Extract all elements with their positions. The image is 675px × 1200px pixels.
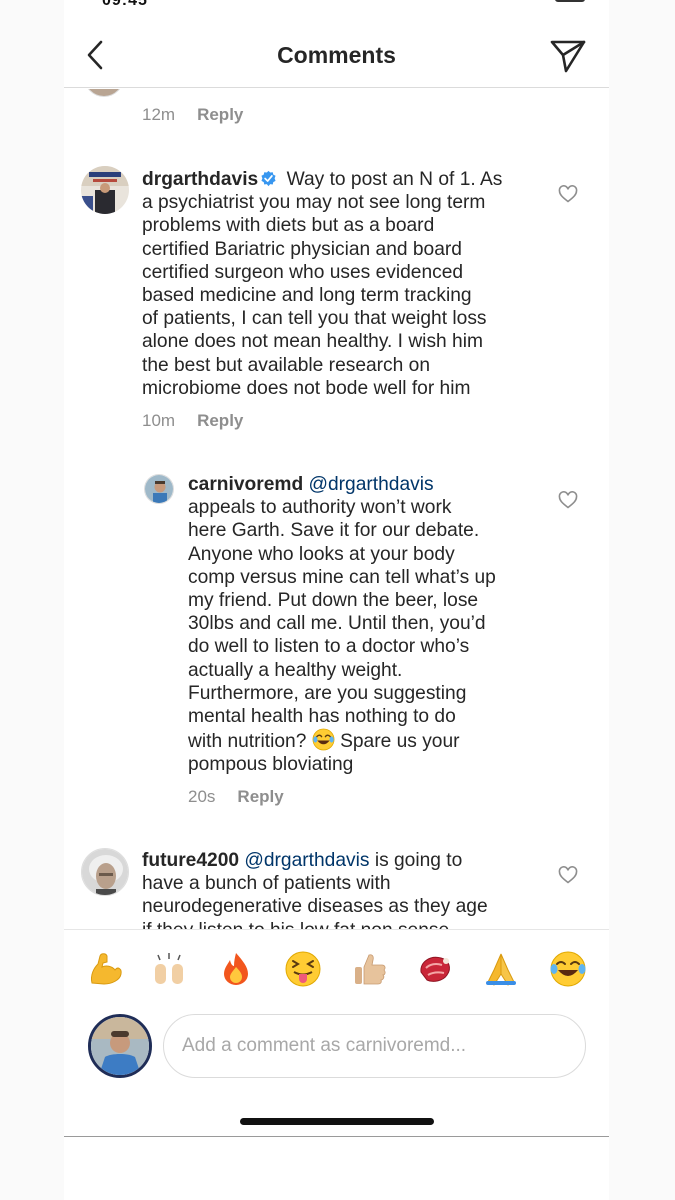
comment-time: 10m — [142, 411, 176, 430]
home-indicator[interactable] — [240, 1118, 434, 1125]
comment-line: appeals to authority won’t work — [188, 497, 452, 519]
comment-line: Anyone who looks at your body — [188, 543, 455, 565]
comment-line: with nutrition? — [188, 731, 307, 753]
squinting-tongue-face-emoji-icon[interactable] — [284, 950, 322, 988]
comment-line: 30lbs and call me. Until then, you’d — [188, 613, 486, 635]
comment-mention[interactable]: @drgarthdavis — [309, 474, 434, 495]
like-heart-icon[interactable] — [558, 185, 578, 203]
reply-button[interactable]: Reply — [237, 787, 283, 806]
comment-composer — [64, 1010, 609, 1090]
direct-send-icon[interactable] — [549, 38, 587, 74]
instagram-comments-screen: 09:45 Comments 12m Reply drgarthdavis Wa… — [64, 0, 609, 1200]
status-icons — [535, 0, 585, 2]
page-title: Comments — [277, 42, 396, 68]
comment-line: have a bunch of patients with — [142, 873, 391, 895]
comment-line: here Garth. Save it for our debate. — [188, 520, 480, 542]
comment-line: actually a healthy weight. — [188, 659, 403, 681]
comment-line: based medicine and long term tracking — [142, 285, 472, 307]
like-heart-icon[interactable] — [558, 866, 578, 884]
comment-line: problems with diets but as a board — [142, 215, 435, 237]
comment-line: is going to — [374, 850, 463, 871]
comment-body: drgarthdavis Way to post an N of 1. As a… — [142, 168, 562, 400]
battery-icon — [555, 0, 585, 2]
fire-emoji-icon[interactable] — [217, 950, 255, 988]
status-time: 09:45 — [102, 0, 148, 9]
comment-line: mental health has nothing to do — [188, 706, 456, 728]
comment-line: a psychiatrist you may not see long term — [142, 192, 486, 214]
avatar-future4200[interactable] — [81, 848, 129, 896]
background-right — [609, 0, 675, 1200]
reply-button[interactable]: Reply — [197, 411, 243, 430]
thumbs-up-emoji-icon[interactable] — [351, 950, 389, 988]
folded-hands-emoji-icon[interactable] — [482, 950, 520, 988]
comment-line: Furthermore, are you suggesting — [188, 682, 467, 704]
comment-time: 20s — [188, 787, 216, 806]
comment-input[interactable] — [163, 1014, 586, 1078]
current-user-avatar[interactable] — [88, 1014, 152, 1078]
comment-line: do well to listen to a doctor who’s — [188, 636, 470, 658]
comment-line: Way to post an N of 1. As — [286, 169, 503, 190]
comment-meta: 20s Reply — [188, 787, 284, 807]
comment-line: Spare us your — [340, 731, 460, 753]
comment-line: microbiome does not bode well for him — [142, 377, 471, 399]
verified-badge-icon — [261, 170, 276, 187]
like-heart-icon[interactable] — [558, 491, 578, 509]
comment-username[interactable]: future4200 — [142, 850, 239, 871]
comment-line: comp versus mine can tell what’s up — [188, 566, 496, 588]
comment-time: 12m — [142, 105, 176, 124]
raising-hands-emoji-icon[interactable] — [150, 950, 188, 988]
tears-of-joy-emoji-icon — [312, 728, 335, 751]
comment-line: my friend. Put down the beer, lose — [188, 590, 479, 612]
comment-body: carnivoremd @drgarthdavis appeals to aut… — [188, 473, 568, 777]
comment-meta: 10m Reply — [142, 411, 243, 431]
comment-line: the best but available research on — [142, 354, 430, 376]
comment-line: neurodegenerative diseases as they age — [142, 896, 488, 918]
navigation-bar: Comments — [64, 26, 609, 88]
comment-line: if they listen to his low fat non sense — [142, 920, 449, 929]
reply-button[interactable]: Reply — [197, 105, 243, 124]
comment-username[interactable]: carnivoremd — [188, 474, 303, 495]
comment-line: pompous bloviating — [188, 754, 354, 776]
comment-line: alone does not mean healthy. I wish him — [142, 331, 483, 353]
cut-of-meat-emoji-icon[interactable] — [416, 950, 454, 988]
comment-body: future4200 @drgarthdavis is going to hav… — [142, 849, 562, 929]
comment-line: certified Bariatric physician and board — [142, 238, 462, 260]
comment-line: certified surgeon who uses evidenced — [142, 261, 464, 283]
comment-meta: 12m Reply — [142, 105, 243, 125]
avatar-drgarthdavis[interactable] — [81, 166, 129, 214]
comment-mention[interactable]: @drgarthdavis — [244, 850, 369, 871]
divider — [64, 1136, 609, 1137]
flexed-biceps-emoji-icon[interactable] — [86, 950, 124, 988]
comment-line: of patients, I can tell you that weight … — [142, 308, 487, 330]
background-left — [0, 0, 64, 1200]
avatar[interactable] — [84, 89, 124, 97]
comments-list: 12m Reply drgarthdavis Way to post an N o… — [64, 89, 609, 929]
emoji-quick-bar — [64, 929, 609, 1009]
avatar-carnivoremd[interactable] — [144, 474, 174, 504]
face-with-tears-of-joy-emoji-icon[interactable] — [549, 950, 587, 988]
comment-username[interactable]: drgarthdavis — [142, 169, 258, 190]
